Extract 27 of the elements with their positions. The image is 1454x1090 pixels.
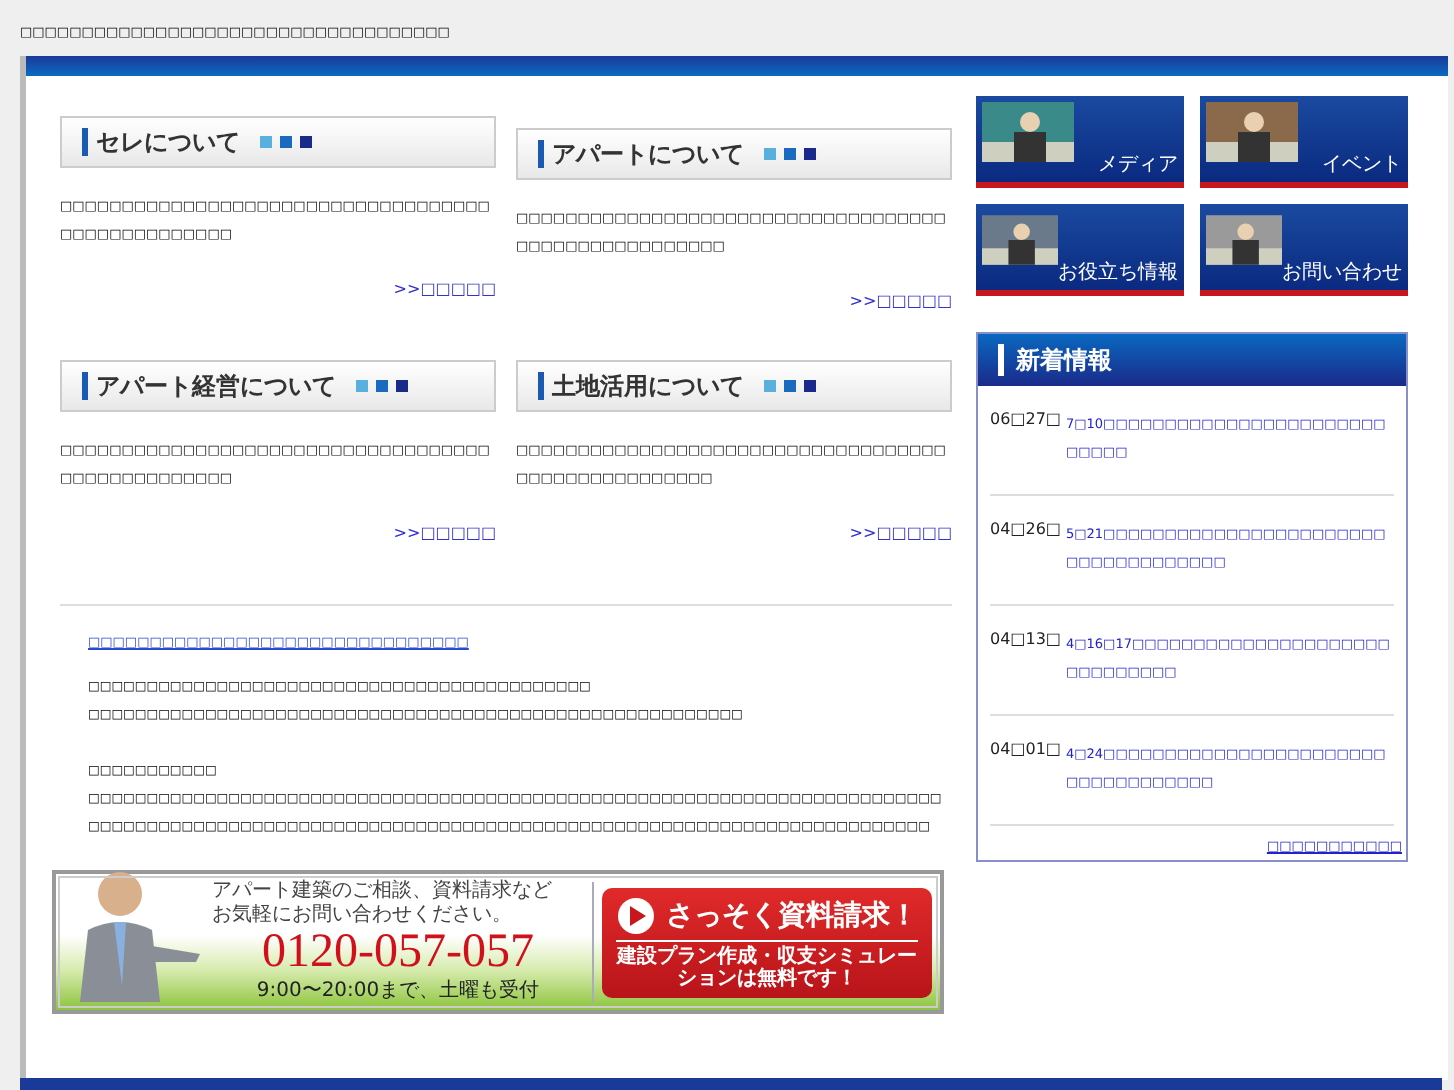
more-link[interactable]: >>□□□□□: [393, 280, 496, 298]
banner-text: お気軽にお問い合わせください。: [212, 904, 512, 928]
more-link[interactable]: >>□□□□□: [393, 524, 496, 542]
squares-icon: [764, 146, 820, 162]
news-date: 04□01□: [990, 740, 1058, 762]
news-date: 04□13□: [990, 630, 1058, 652]
banner-text: アパート建築のご相談、資料請求など: [212, 880, 552, 904]
section-heading: 土地活用について: [516, 360, 952, 412]
news-date: 06□27□: [990, 410, 1058, 432]
section-heading: セレについて: [60, 116, 496, 168]
nav-tile[interactable]: メディア: [976, 96, 1184, 188]
section-heading: アパート経営について: [60, 360, 496, 412]
more-link[interactable]: >>□□□□□: [849, 524, 952, 542]
nav-tile[interactable]: お役立ち情報: [976, 204, 1184, 296]
phone-number: 0120-057-057: [260, 928, 536, 976]
section-heading: アパートについて: [516, 128, 952, 180]
news-date: 04□26□: [990, 520, 1058, 542]
nav-tile[interactable]: イベント: [1200, 96, 1408, 188]
squares-icon: [260, 134, 316, 150]
more-link[interactable]: >>□□□□□: [849, 292, 952, 310]
squares-icon: [356, 378, 412, 394]
nav-tile[interactable]: お問い合わせ: [1200, 204, 1408, 296]
hours-text: 9:00〜20:00まで、土曜も受付: [254, 977, 542, 1004]
news-header: 新着情報: [978, 334, 1406, 386]
request-button[interactable]: さっそく資料請求！ 建設プラン作成・収支シミュレーションは無料です！: [602, 887, 932, 997]
squares-icon: [764, 378, 820, 394]
play-icon: [616, 895, 656, 935]
